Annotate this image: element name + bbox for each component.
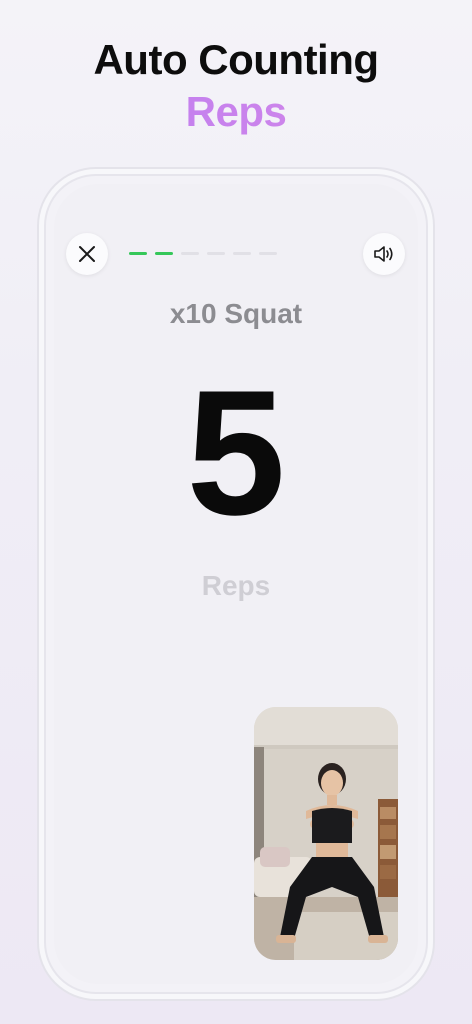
close-button[interactable] [66,233,108,275]
progress-segment [181,252,199,255]
progress-segment [259,252,277,255]
rep-count: 5 [186,353,286,552]
rep-progress-indicator [129,252,277,255]
progress-segment [155,252,173,255]
exercise-label: x10 Squat [169,298,303,329]
headline-title: Auto Counting [93,36,379,83]
rep-unit-label: Reps [201,570,271,601]
progress-segment [233,252,251,255]
close-icon [79,246,95,262]
sound-button[interactable] [363,233,405,275]
camera-preview-image [254,707,398,960]
progress-segment [207,252,225,255]
headline-accent: Reps [0,88,472,136]
camera-preview [254,707,398,960]
speaker-icon [374,246,393,262]
progress-segment [129,252,147,255]
